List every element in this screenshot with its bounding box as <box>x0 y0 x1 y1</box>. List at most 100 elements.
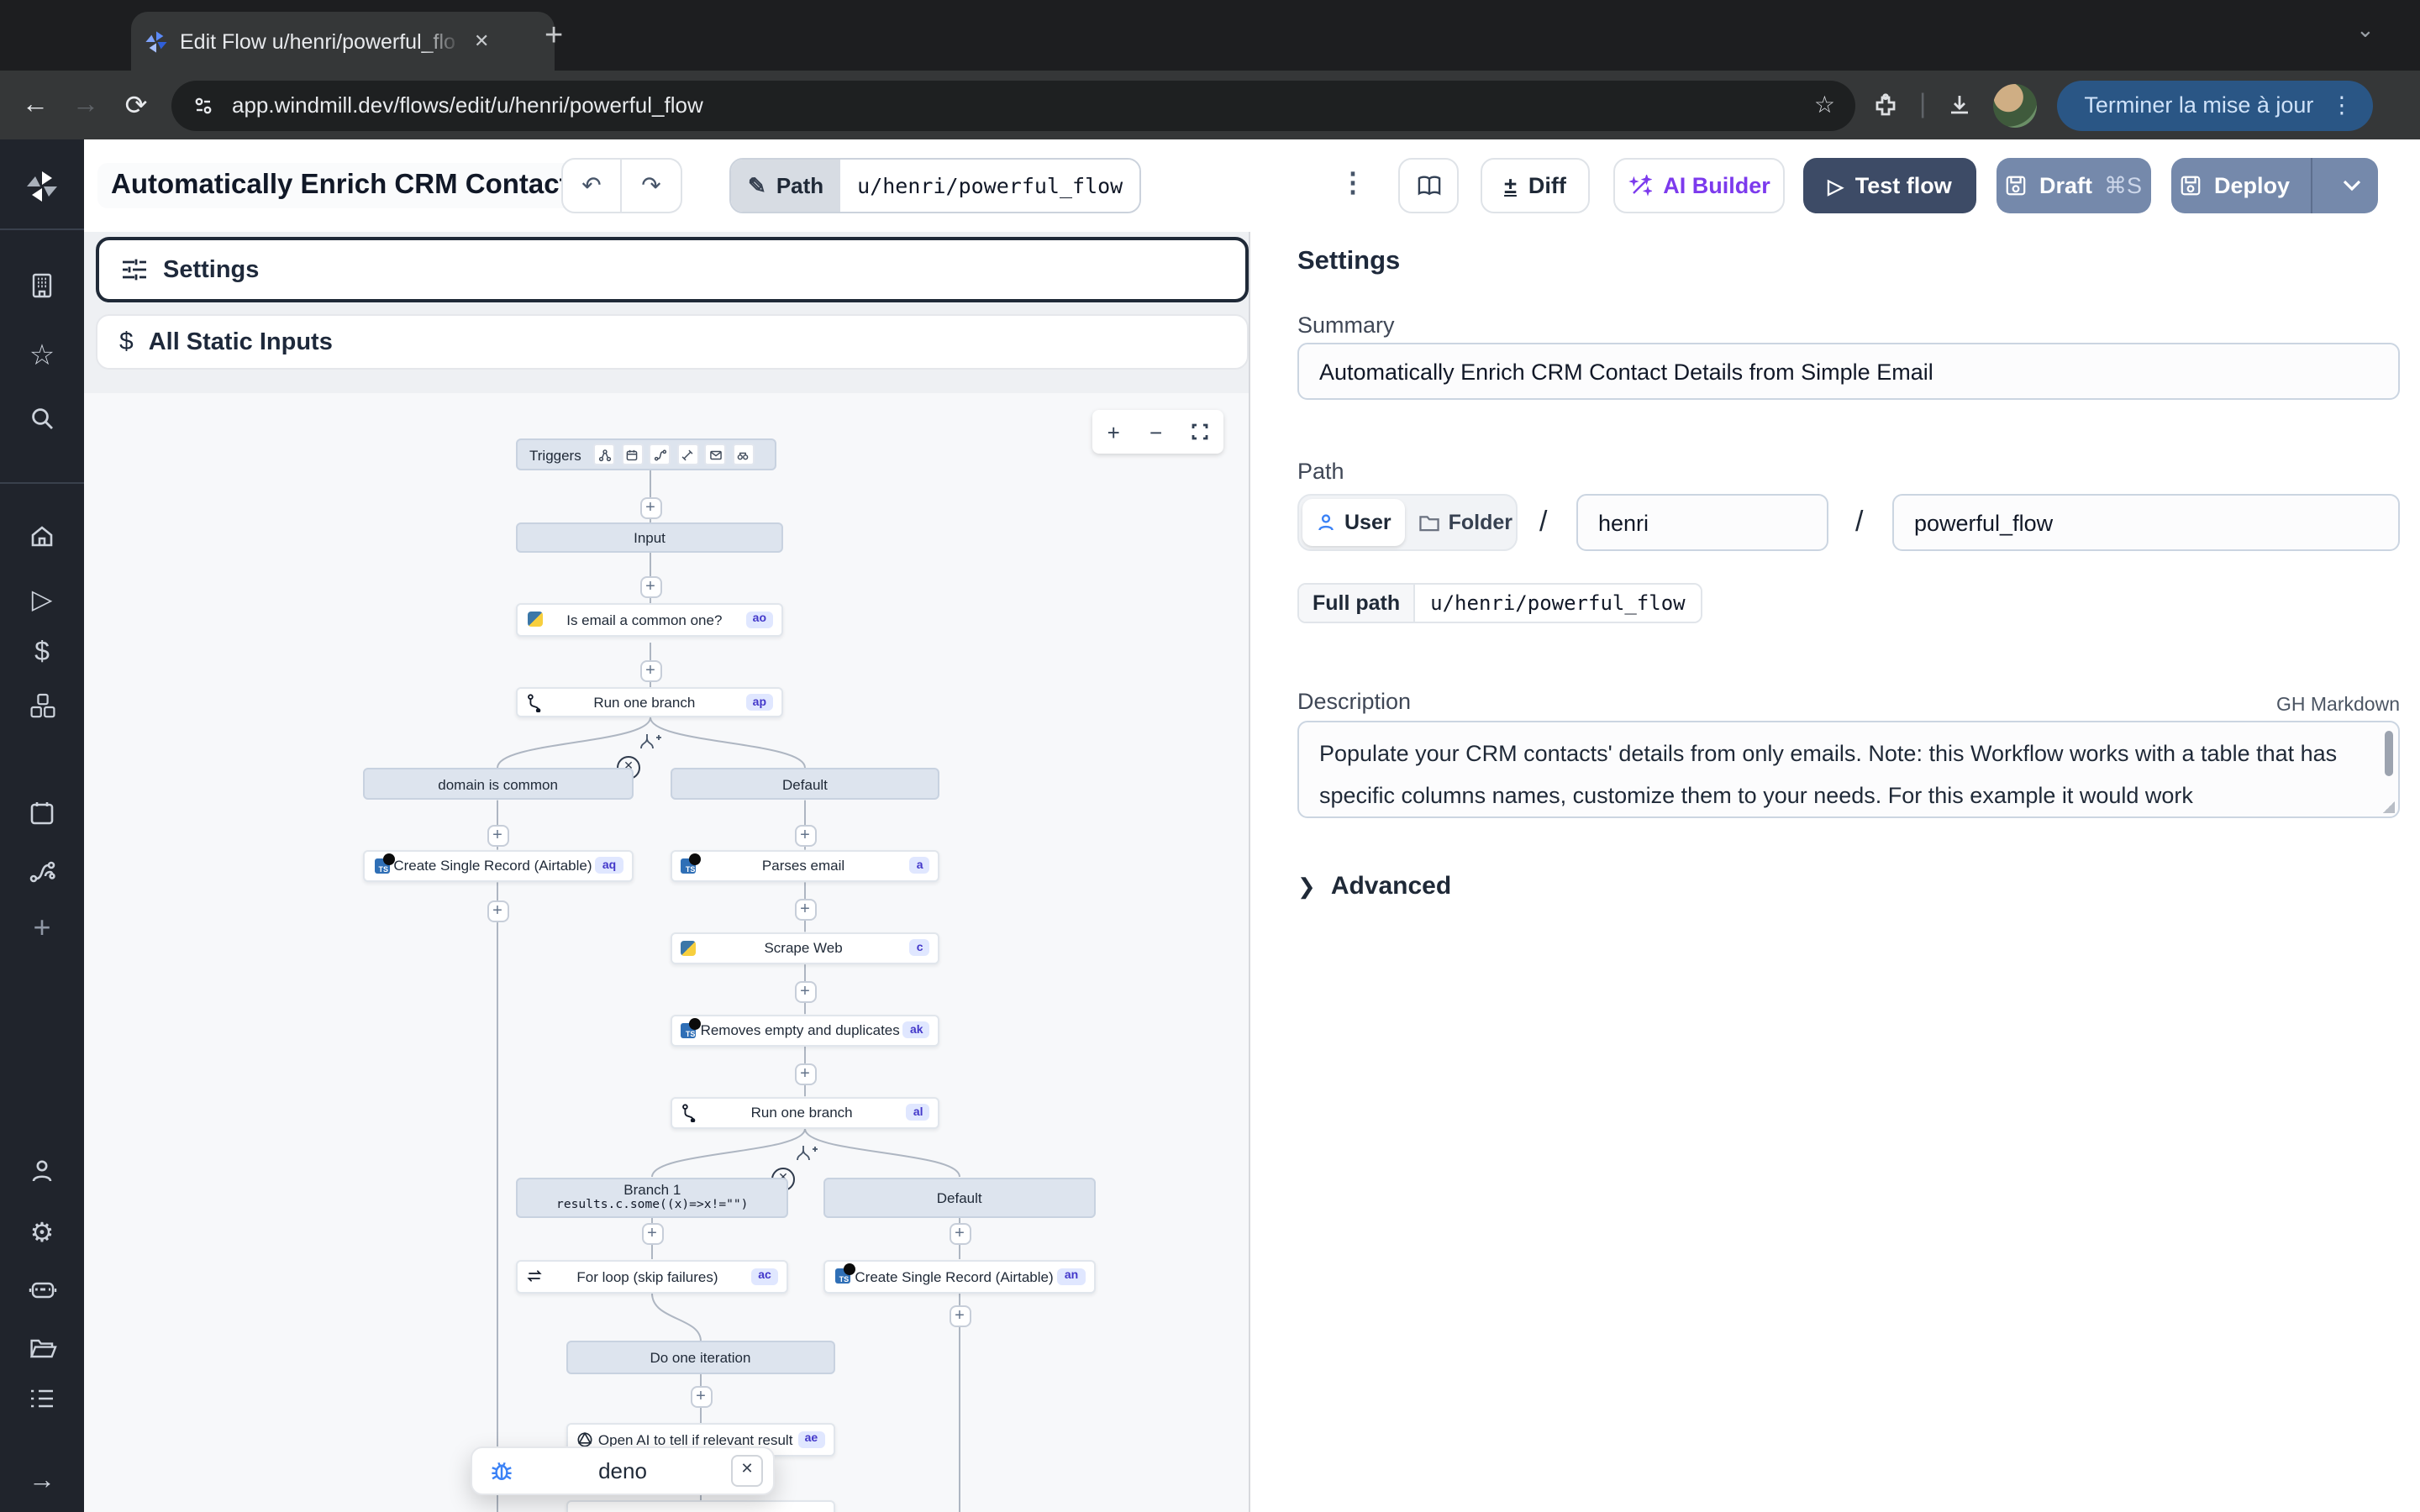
sidebar-item-flows[interactable] <box>0 858 84 887</box>
deno-language-popup[interactable]: deno ✕ <box>471 1446 775 1495</box>
user-toggle[interactable]: User <box>1302 499 1405 546</box>
add-step-button[interactable]: + <box>794 824 816 846</box>
add-step-button[interactable]: + <box>639 659 661 681</box>
add-step-button[interactable]: + <box>794 980 816 1002</box>
sidebar-item-folders[interactable] <box>0 1336 84 1361</box>
flow-node-create-record-2[interactable]: TS Create Single Record (Airtable) an <box>823 1259 1095 1294</box>
browser-menu-icon[interactable]: ⋮ <box>2330 92 2353 118</box>
sidebar-item-favorites[interactable]: ☆ <box>0 339 84 373</box>
scan-trigger-icon[interactable] <box>733 444 755 465</box>
sidebar-item-add[interactable]: + <box>0 911 84 946</box>
add-step-button[interactable]: + <box>690 1385 712 1407</box>
flow-node-run-one-branch-2[interactable]: Run one branch al <box>670 1096 939 1129</box>
sidebar-item-variables[interactable]: $ <box>0 638 84 669</box>
add-step-button[interactable]: + <box>639 575 661 597</box>
windmill-favicon-icon <box>145 29 168 53</box>
zoom-out-icon[interactable]: − <box>1150 421 1162 443</box>
route-trigger-icon[interactable] <box>650 444 671 465</box>
advanced-section-toggle[interactable]: ❯ Advanced <box>1297 872 1451 900</box>
browser-toolbar: ← → ⟳ app.windmill.dev/flows/edit/u/henr… <box>0 71 2420 139</box>
summary-input[interactable] <box>1297 343 2400 400</box>
email-trigger-icon[interactable] <box>705 444 727 465</box>
owner-input[interactable] <box>1576 494 1828 551</box>
add-step-button[interactable]: + <box>487 824 508 846</box>
resize-grip[interactable] <box>2383 801 2395 813</box>
schedule-trigger-icon[interactable] <box>622 444 644 465</box>
sidebar-collapse-arrow-icon[interactable]: → <box>0 1467 84 1497</box>
websocket-trigger-icon[interactable] <box>677 444 699 465</box>
flow-branch-default-1[interactable]: Default <box>670 768 939 801</box>
description-textarea[interactable]: Populate your CRM contacts' details from… <box>1297 721 2400 818</box>
owner-kind-toggle: User Folder <box>1297 494 1518 551</box>
webhook-trigger-icon[interactable] <box>594 444 616 465</box>
flow-title[interactable]: Automatically Enrich CRM Contact✎ <box>97 163 610 208</box>
branch-split-icon[interactable] <box>639 734 662 751</box>
flow-branch-domain-is-common[interactable]: domain is common <box>363 768 633 801</box>
sidebar-item-workers[interactable] <box>0 1277 84 1302</box>
undo-button[interactable]: ↶ <box>561 158 622 213</box>
test-flow-button[interactable]: ▷ Test flow <box>1803 158 1976 213</box>
fullscreen-icon[interactable] <box>1192 423 1208 440</box>
sidebar-item-home[interactable] <box>0 522 84 549</box>
browser-tab[interactable]: Edit Flow u/henri/powerful_flo ✕ <box>131 12 555 71</box>
download-icon[interactable] <box>1946 92 1973 118</box>
close-icon[interactable]: ✕ <box>731 1455 763 1487</box>
flow-branch-default-2[interactable]: Default <box>823 1177 1095 1218</box>
new-tab-button[interactable]: + <box>544 20 563 52</box>
ai-builder-button[interactable]: AI Builder <box>1613 158 1785 213</box>
deploy-button[interactable]: Deploy <box>2171 158 2378 213</box>
path-chip[interactable]: ✎Path u/henri/powerful_flow <box>729 158 1141 213</box>
flow-node-create-record-1[interactable]: TS Create Single Record (Airtable) aq <box>363 850 633 883</box>
sidebar-item-schedules[interactable] <box>0 800 84 827</box>
flow-node-partial[interactable] <box>566 1500 834 1512</box>
bookmark-star-icon[interactable]: ☆ <box>1814 91 1835 119</box>
flow-branch-1[interactable]: Branch 1results.c.some((x)=>x!="") <box>517 1177 788 1218</box>
address-bar[interactable]: app.windmill.dev/flows/edit/u/henri/powe… <box>171 80 1855 130</box>
branch-split-icon[interactable] <box>795 1146 818 1163</box>
finish-update-button[interactable]: Terminer la mise à jour ⋮ <box>2057 80 2373 130</box>
reload-icon[interactable]: ⟳ <box>111 88 161 122</box>
add-step-button[interactable]: + <box>639 496 661 518</box>
flow-node-parses-email[interactable]: TS Parses email a <box>670 850 939 883</box>
textarea-scrollbar[interactable] <box>2385 731 2393 776</box>
site-settings-icon[interactable] <box>192 93 215 117</box>
sidebar-item-runs[interactable]: ▷ <box>0 583 84 617</box>
flow-node-removes-empty[interactable]: TS Removes empty and duplicates ak <box>670 1014 939 1047</box>
sidebar-item-account[interactable] <box>0 1158 84 1184</box>
close-tab-icon[interactable]: ✕ <box>474 30 489 52</box>
add-step-button[interactable]: + <box>641 1222 663 1244</box>
add-step-button[interactable]: + <box>949 1305 971 1326</box>
back-icon[interactable]: ← <box>10 90 60 120</box>
flow-node-scrape-web[interactable]: Scrape Web c <box>670 932 939 964</box>
add-step-button[interactable]: + <box>949 1222 971 1244</box>
url-text[interactable]: app.windmill.dev/flows/edit/u/henri/powe… <box>232 92 1797 118</box>
extensions-icon[interactable] <box>1872 92 1899 118</box>
draft-button[interactable]: Draft ⌘S <box>1996 158 2151 213</box>
redo-button[interactable]: ↷ <box>622 158 682 213</box>
sidebar-item-settings-gear[interactable]: ⚙ <box>0 1216 84 1250</box>
add-step-button[interactable]: + <box>487 900 508 921</box>
avatar[interactable] <box>1993 83 2037 127</box>
search-icon[interactable] <box>0 405 84 432</box>
zoom-in-icon[interactable]: + <box>1107 421 1120 443</box>
deploy-chevron-icon[interactable] <box>2324 180 2378 192</box>
flow-node-is-email[interactable]: Is email a common one? ao <box>516 603 783 636</box>
add-step-button[interactable]: + <box>794 1063 816 1084</box>
docs-button[interactable] <box>1398 158 1459 213</box>
flow-node-for-loop[interactable]: For loop (skip failures) ac <box>517 1259 788 1294</box>
diff-button[interactable]: ± Diff <box>1481 158 1590 213</box>
triggers-bar[interactable]: Triggers <box>516 438 776 470</box>
flow-node-run-one-branch-1[interactable]: Run one branch ap <box>516 687 783 717</box>
chevron-right-icon: ❯ <box>1297 873 1316 900</box>
flow-name-input[interactable] <box>1892 494 2400 551</box>
sidebar-item-workspace[interactable] <box>0 272 84 299</box>
tab-search-chevron-icon[interactable]: ⌄ <box>2356 17 2375 44</box>
sidebar-item-logs[interactable] <box>0 1388 84 1410</box>
windmill-logo-icon[interactable] <box>0 170 84 203</box>
flow-node-do-one-iteration[interactable]: Do one iteration <box>566 1341 834 1374</box>
sidebar-item-resources[interactable] <box>0 692 84 721</box>
flow-node-input[interactable]: Input <box>516 522 783 553</box>
more-options-icon[interactable]: ⋮ <box>1339 166 1366 200</box>
add-step-button[interactable]: + <box>794 898 816 920</box>
folder-toggle[interactable]: Folder <box>1405 499 1526 546</box>
